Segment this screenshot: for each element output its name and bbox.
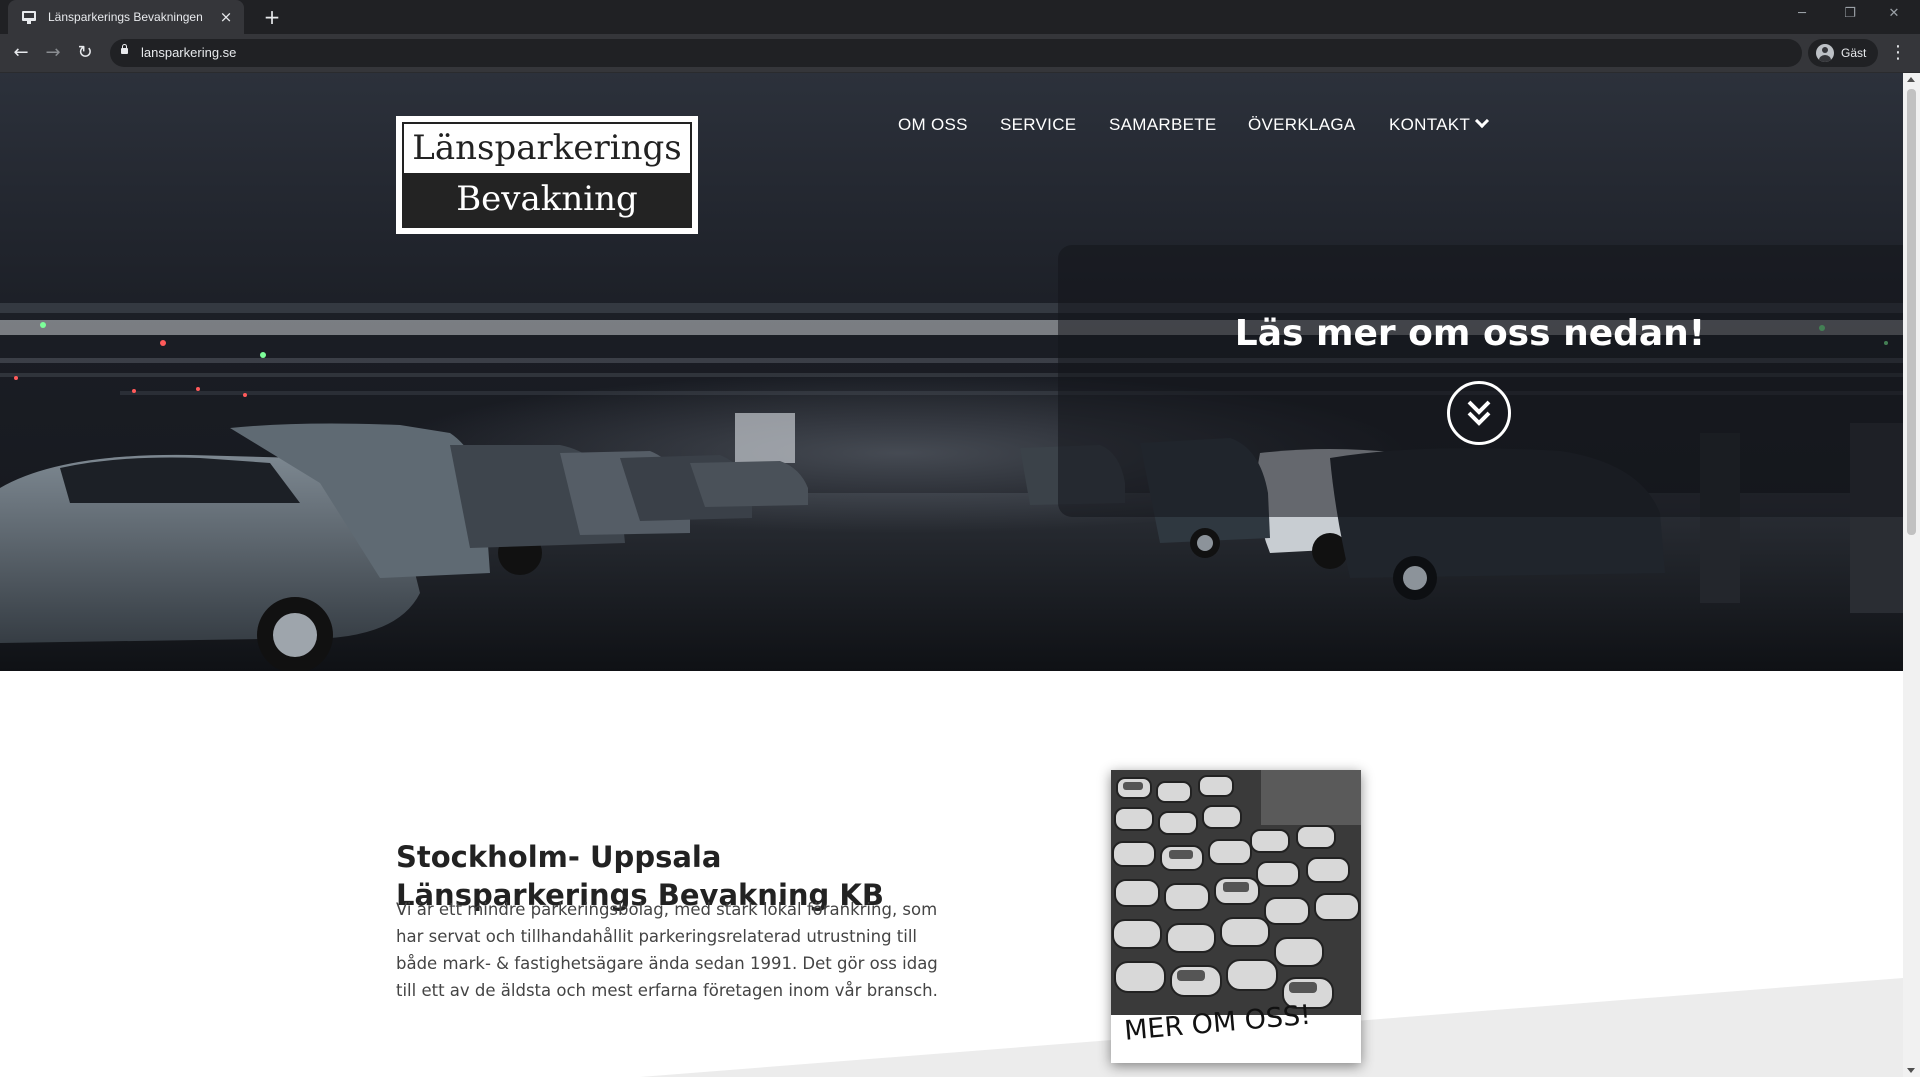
company-description: Vi är ett mindre parkeringsbolag, med st… [396,900,938,1000]
tab-title: Länsparkerings Bevakningen [48,10,203,24]
minimize-button[interactable]: ─ [1780,0,1824,30]
profile-name: Gäst [1841,46,1867,60]
scrollbar-thumb[interactable] [1907,89,1916,535]
scroll-up-arrow-icon[interactable] [1907,77,1915,82]
lock-icon[interactable] [121,44,128,54]
address-bar[interactable]: lansparkering.se [110,39,1802,67]
tab-close-icon[interactable]: × [216,7,236,27]
forward-button[interactable]: → [41,41,65,65]
site-favicon-icon [22,10,36,24]
back-button[interactable]: ← [9,41,33,65]
profile-button[interactable]: Gäst [1808,39,1878,67]
browser-tab[interactable]: Länsparkerings Bevakningen × [8,0,244,34]
section-divider-shape [640,978,1903,1077]
browser-toolbar: ← → ↻ lansparkering.se Gäst ⋮ [0,34,1920,73]
browser-menu-icon[interactable]: ⋮ [1886,41,1910,65]
url-text[interactable]: lansparkering.se [141,45,236,60]
page-viewport: Länsparkerings Bevakning OM OSS SERVICE … [0,73,1903,1077]
new-tab-button[interactable]: + [260,5,284,29]
avatar-icon [1816,44,1834,62]
page-scrollbar[interactable] [1903,73,1920,1077]
restore-button[interactable]: ❐ [1828,0,1872,30]
tab-strip: Länsparkerings Bevakningen × + ─ ❐ ✕ [0,0,1920,34]
reload-button[interactable]: ↻ [73,41,97,65]
close-window-button[interactable]: ✕ [1872,0,1916,30]
parking-lot-photo [1111,770,1361,1015]
more-about-us-card[interactable]: MER OM OSS! [1111,770,1361,1063]
scroll-down-arrow-icon[interactable] [1907,1068,1915,1073]
